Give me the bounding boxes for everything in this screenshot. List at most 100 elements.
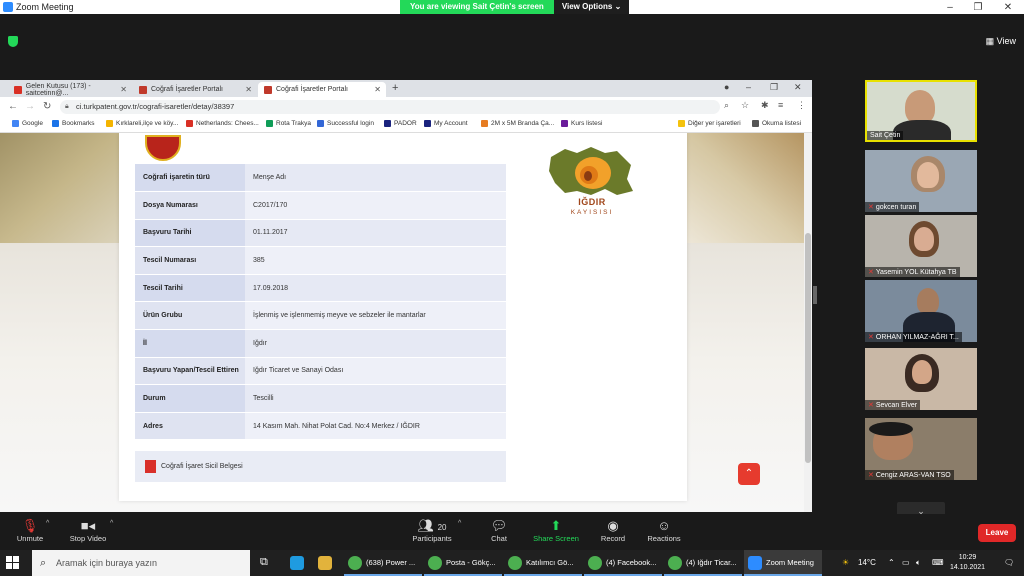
taskbar-app-active[interactable]: Zoom Meeting bbox=[744, 550, 822, 576]
bookmark-item[interactable]: Successful login bbox=[317, 120, 374, 127]
browser-tab[interactable]: Gelen Kutusu (173) - saitcetinn@... ✕ bbox=[8, 82, 132, 97]
bookmark-item[interactable]: Kırklareli,ilçe ve köy... bbox=[106, 120, 178, 127]
bookmark-item[interactable]: Google bbox=[12, 120, 43, 127]
taskbar-search-box[interactable]: ⌕ Aramak için buraya yazın bbox=[32, 550, 250, 576]
bookmark-item[interactable]: Kurs listesi bbox=[561, 120, 602, 127]
participants-button[interactable]: 👥︎ 20 Participants bbox=[402, 518, 462, 543]
maximize-button[interactable]: ❐ bbox=[964, 0, 992, 14]
chrome-icon bbox=[588, 556, 602, 570]
close-button[interactable]: ✕ bbox=[994, 0, 1022, 14]
minimize-button[interactable]: – bbox=[936, 0, 964, 14]
address-bar[interactable]: 🔒︎ ci.turkpatent.gov.tr/cografi-isaretle… bbox=[60, 100, 720, 114]
participant-tile[interactable]: Sait Çetin bbox=[865, 80, 977, 142]
bookmark-star-icon[interactable]: ☆ bbox=[741, 100, 749, 111]
registry-document-link[interactable]: Coğrafi İşaret Sicil Belgesi bbox=[135, 451, 506, 482]
chrome-icon bbox=[428, 556, 442, 570]
page-scrollbar[interactable] bbox=[804, 133, 812, 512]
panel-resize-handle[interactable] bbox=[813, 286, 817, 304]
reactions-button[interactable]: ☺ Reactions bbox=[634, 518, 694, 543]
share-screen-button[interactable]: ⬆ Share Screen bbox=[526, 518, 586, 543]
system-clock[interactable]: 10:29 14.10.2021 bbox=[950, 553, 985, 573]
tab-close-icon[interactable]: ✕ bbox=[245, 85, 252, 94]
tray-chevron-icon[interactable]: ⌃ bbox=[888, 550, 895, 576]
table-row: Ürün Grubu İşlenmiş ve işlenmemiş meyve v… bbox=[135, 301, 506, 331]
lock-icon: 🔒︎ bbox=[65, 103, 69, 110]
audio-options-caret-icon[interactable]: ^ bbox=[46, 520, 49, 527]
detail-card: Coğrafi işaretin türü Menşe Adı Dosya Num… bbox=[119, 133, 687, 501]
taskbar-app[interactable]: (4) Facebook... bbox=[584, 550, 662, 576]
other-bookmarks[interactable]: Diğer yer işaretleri bbox=[678, 120, 741, 127]
tab-close-icon[interactable]: ✕ bbox=[374, 85, 381, 94]
browser-close-button[interactable]: ✕ bbox=[794, 82, 802, 93]
scroll-to-top-button[interactable]: ⌃ bbox=[738, 463, 760, 485]
unmute-button[interactable]: 🎙︎ Unmute bbox=[0, 518, 60, 543]
new-tab-button[interactable]: + bbox=[392, 82, 398, 94]
leave-button[interactable]: Leave bbox=[978, 524, 1016, 542]
windows-taskbar: ⌕ Aramak için buraya yazın ⧉ (638) Power… bbox=[0, 550, 1024, 576]
reload-icon[interactable]: ↻ bbox=[43, 101, 51, 112]
weather-temp[interactable]: 14°C bbox=[858, 550, 876, 576]
participant-tile[interactable]: ✕ Yasemin YOL Kütahya TB bbox=[865, 215, 977, 277]
taskbar-app[interactable]: (638) Power ... bbox=[344, 550, 422, 576]
file-explorer-icon[interactable] bbox=[318, 556, 332, 570]
bookmark-item[interactable]: PADOR bbox=[384, 120, 417, 127]
logo-subtitle: KAYISISI bbox=[570, 209, 614, 216]
chat-button[interactable]: 💬︎ Chat bbox=[469, 518, 529, 543]
network-icon[interactable]: ▭ bbox=[902, 550, 910, 576]
bookmark-item[interactable]: My Account bbox=[424, 120, 468, 127]
tab-close-icon[interactable]: ✕ bbox=[120, 85, 127, 94]
back-icon[interactable]: ← bbox=[8, 101, 18, 112]
bookmark-item[interactable]: 2M x 5M Branda Ça... bbox=[481, 120, 554, 127]
view-button[interactable]: ▦ View bbox=[986, 36, 1016, 47]
weather-icon[interactable]: ☀ bbox=[842, 550, 849, 576]
participant-tile[interactable]: ✕ Sevcan Elver bbox=[865, 348, 977, 410]
video-options-caret-icon[interactable]: ^ bbox=[110, 520, 113, 527]
header-photo-right bbox=[684, 133, 804, 243]
browser-minimize-button[interactable]: – bbox=[746, 82, 751, 92]
chrome-icon bbox=[348, 556, 362, 570]
browser-tab[interactable]: Coğrafi İşaretler Portalı ✕ bbox=[133, 82, 257, 97]
menu-kebab-icon[interactable]: ⋮ bbox=[797, 100, 806, 111]
browser-tab-strip: Gelen Kutusu (173) - saitcetinn@... ✕ Coğ… bbox=[0, 80, 812, 97]
view-options-button[interactable]: View Options ⌄ bbox=[553, 0, 630, 14]
encryption-shield-icon[interactable] bbox=[8, 36, 18, 47]
apricot-map-icon bbox=[549, 147, 633, 195]
bookmark-item[interactable]: Netherlands: Chees... bbox=[186, 120, 259, 127]
stop-video-button[interactable]: ■◂ Stop Video bbox=[58, 518, 118, 543]
participants-caret-icon[interactable]: ^ bbox=[458, 520, 461, 527]
windows-start-icon[interactable] bbox=[6, 556, 20, 570]
zoom-window-title: Zoom Meeting bbox=[16, 2, 74, 12]
row-value: İşlenmiş ve işlenmemiş meyve ve sebzeler… bbox=[245, 301, 506, 331]
url-text: ci.turkpatent.gov.tr/cografi-isaretler/d… bbox=[76, 102, 235, 111]
bookmark-item[interactable]: Bookmarks bbox=[52, 120, 95, 127]
row-label: Coğrafi işaretin türü bbox=[135, 164, 245, 193]
row-label: İl bbox=[135, 329, 245, 358]
zoom-app-icon bbox=[748, 556, 762, 570]
profile-icon[interactable]: ● bbox=[724, 82, 729, 92]
taskbar-app[interactable]: Katılımcı Gö... bbox=[504, 550, 582, 576]
participant-tile[interactable]: ✕ gokcen turan bbox=[865, 150, 977, 212]
edge-browser-icon[interactable] bbox=[290, 556, 304, 570]
extensions-icon[interactable]: ✱ bbox=[761, 100, 769, 111]
participant-tile[interactable]: ✕ Cengiz ARAS-VAN TSO bbox=[865, 418, 977, 480]
reading-list-icon[interactable]: ≡ bbox=[778, 100, 783, 110]
notifications-icon[interactable]: 🗨︎ bbox=[1004, 550, 1014, 576]
muted-mic-icon: ✕ bbox=[868, 204, 874, 211]
taskbar-app[interactable]: (4) Iğdır Ticar... bbox=[664, 550, 742, 576]
forward-icon[interactable]: → bbox=[25, 101, 35, 112]
bookmark-item[interactable]: Rota Trakya bbox=[266, 120, 311, 127]
zoom-search-icon[interactable]: ⌕ bbox=[724, 100, 729, 111]
browser-tab-active[interactable]: Coğrafi İşaretler Portalı ✕ bbox=[258, 82, 386, 97]
scrollbar-thumb[interactable] bbox=[805, 233, 811, 463]
igdir-apricot-logo: IĞDIR KAYISISI bbox=[547, 143, 637, 223]
participant-tile[interactable]: ✕ ORHAN YILMAZ-AĞRI T... bbox=[865, 280, 977, 342]
input-language-icon[interactable]: ⌨ bbox=[932, 550, 944, 576]
viewing-screen-label: You are viewing Sait Çetin's screen bbox=[400, 0, 554, 14]
table-row: Dosya Numarası C2017/170 bbox=[135, 191, 506, 220]
reading-list[interactable]: Okuma listesi bbox=[752, 120, 801, 127]
taskbar-app[interactable]: Posta - Gökç... bbox=[424, 550, 502, 576]
web-page: Coğrafi işaretin türü Menşe Adı Dosya Num… bbox=[0, 133, 804, 512]
volume-icon[interactable]: 🔈︎ bbox=[916, 550, 921, 576]
task-view-icon[interactable]: ⧉ bbox=[260, 556, 274, 570]
browser-restore-button[interactable]: ❐ bbox=[770, 82, 778, 93]
